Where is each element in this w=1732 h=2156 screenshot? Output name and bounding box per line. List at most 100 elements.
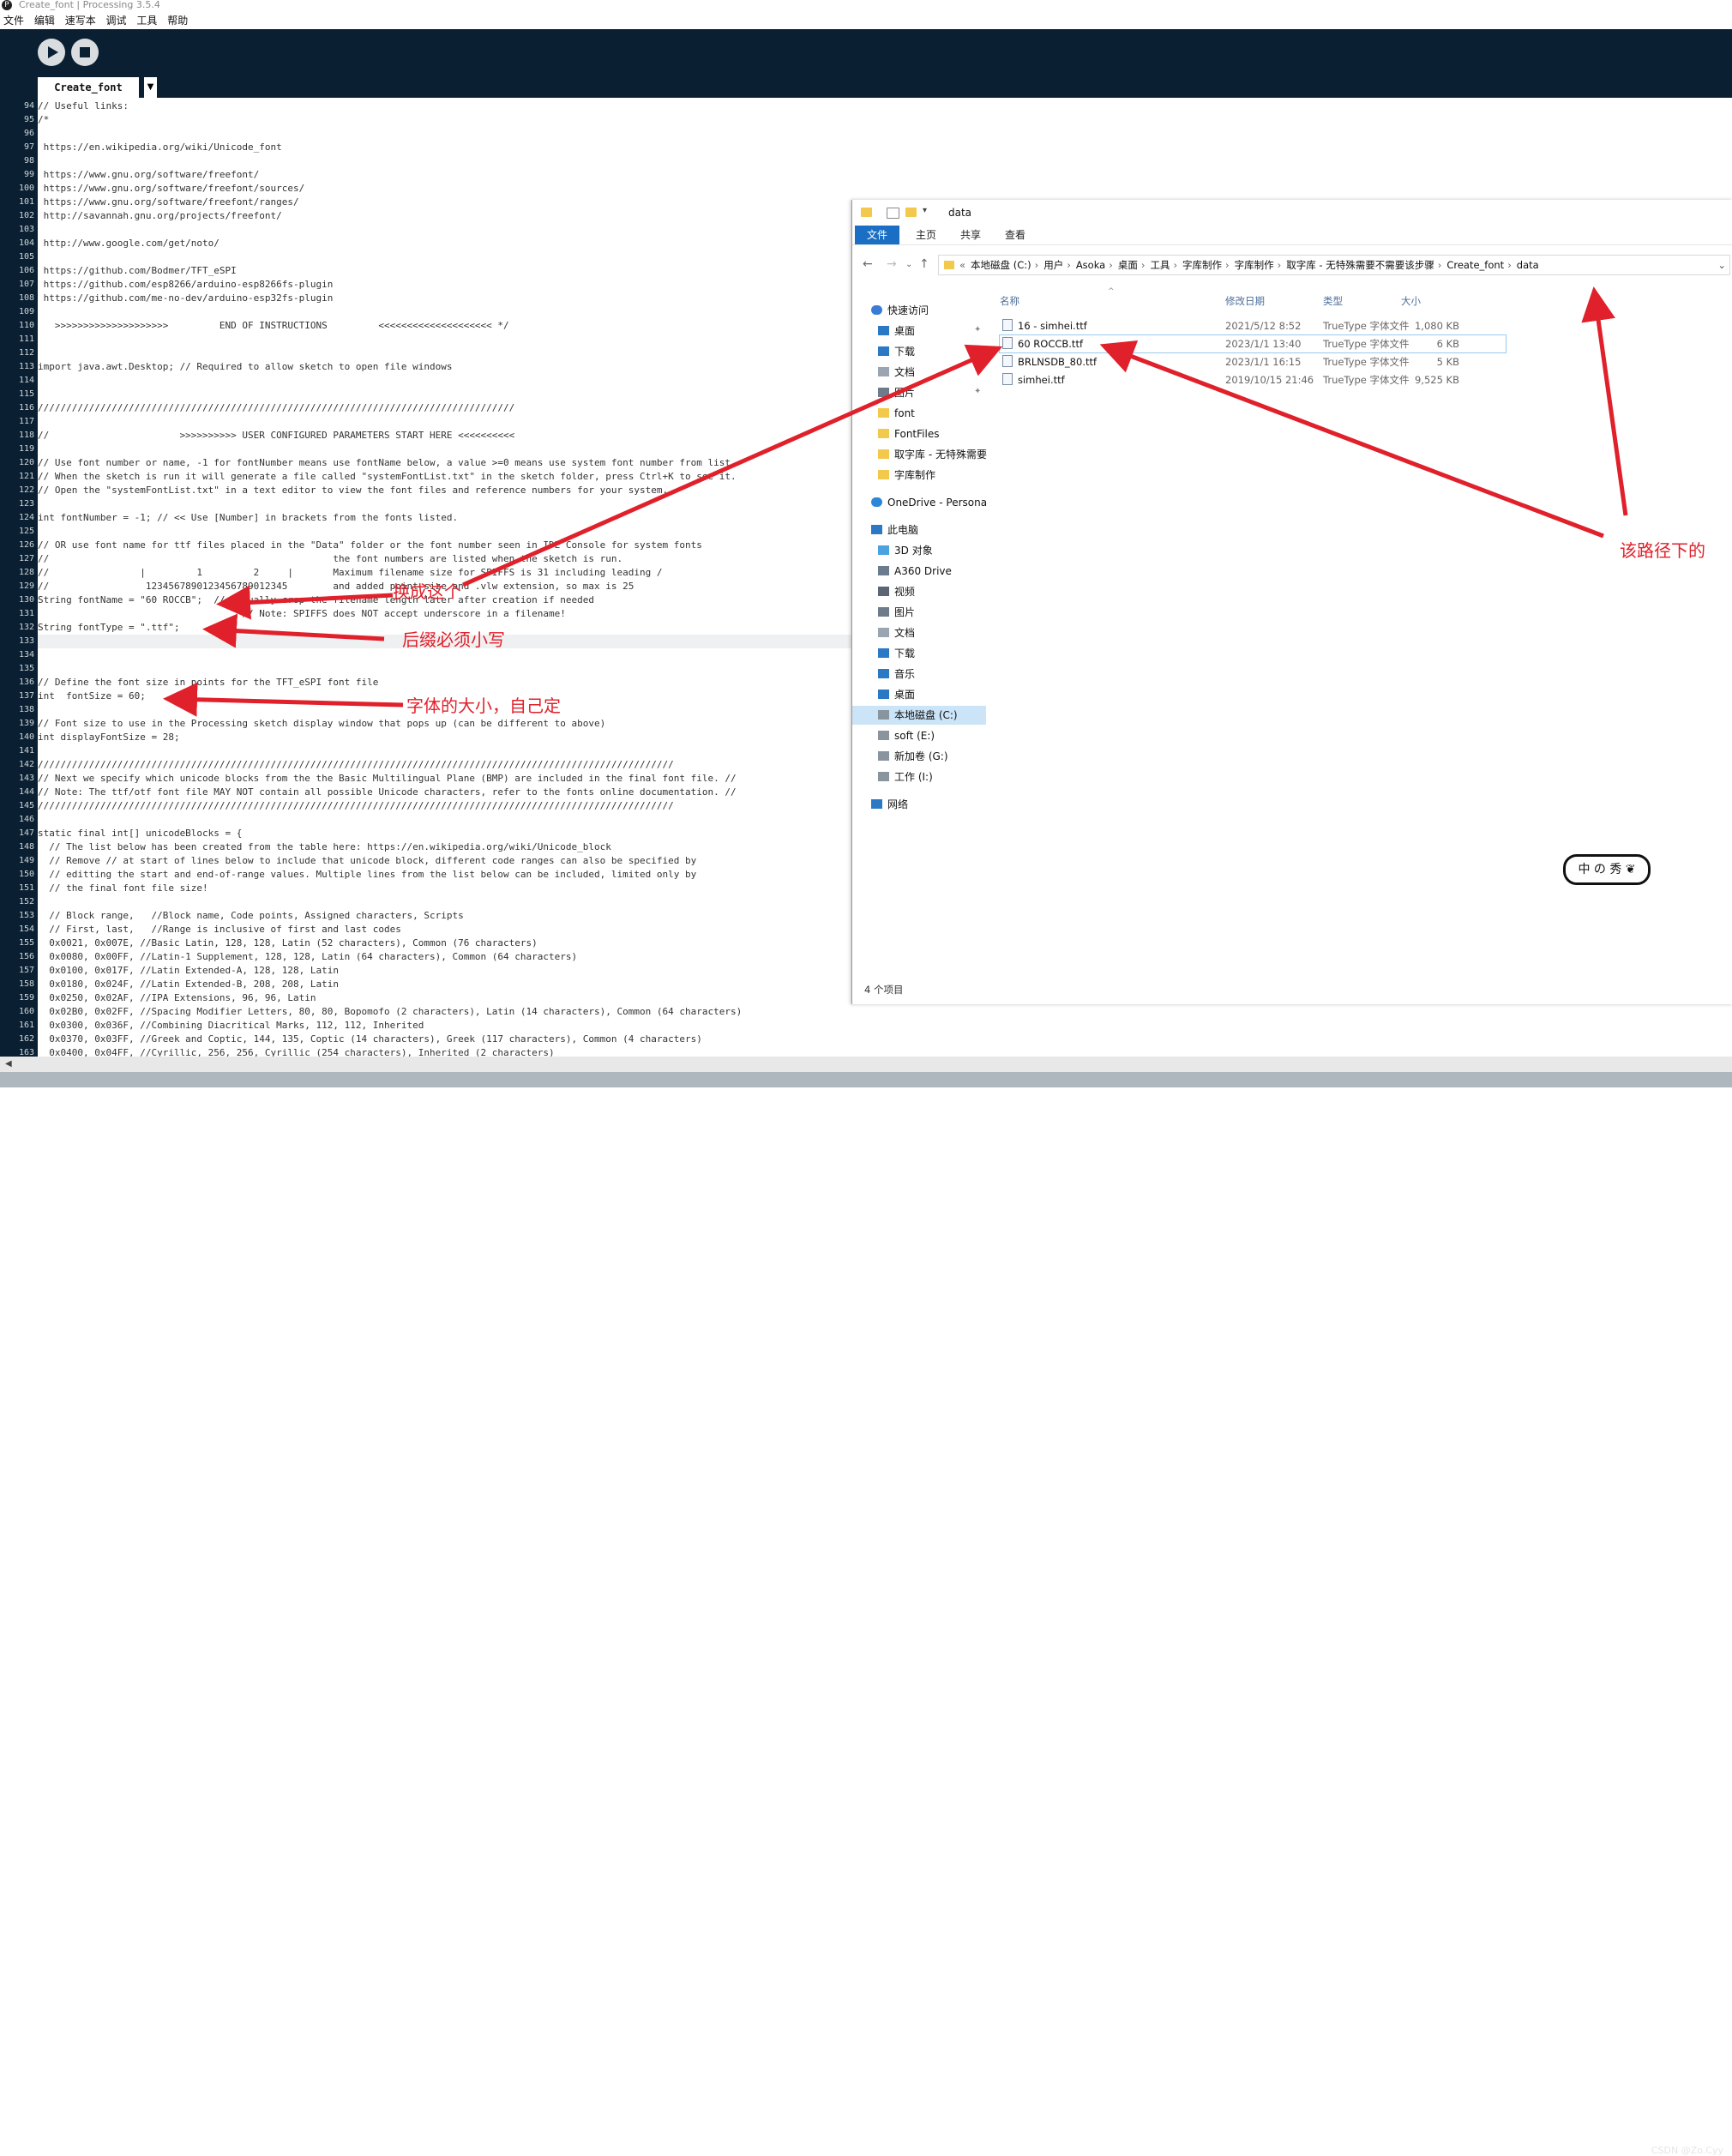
breadcrumb-item[interactable]: 工具 [1150, 259, 1170, 271]
breadcrumb-item[interactable]: 用户 [1043, 259, 1063, 271]
file-row[interactable]: BRLNSDB_80.ttf 2023/1/1 16:15 TrueType 字体文… [1000, 353, 1506, 370]
code-line[interactable]: // Define the font size in points for th… [38, 676, 378, 690]
ribbon-tab-share[interactable]: 共享 [953, 226, 988, 244]
code-line[interactable]: 0x0080, 0x00FF, //Latin-1 Supplement, 12… [38, 950, 577, 964]
code-line[interactable]: https://github.com/me-no-dev/arduino-esp… [38, 292, 334, 305]
chevron-down-icon[interactable]: ▾ [923, 206, 927, 215]
code-line[interactable]: // Next we specify which unicode blocks … [38, 772, 737, 786]
nav-item[interactable]: OneDrive - Persona [871, 493, 987, 512]
code-line[interactable]: String fontType = ".ttf"; [38, 621, 180, 635]
code-line[interactable]: 0x0021, 0x007E, //Basic Latin, 128, 128,… [38, 936, 538, 950]
breadcrumb-item[interactable]: data [1517, 259, 1539, 271]
code-line[interactable]: http://savannah.gnu.org/projects/freefon… [38, 209, 282, 223]
back-arrow-icon[interactable]: ← [863, 257, 873, 271]
address-bar[interactable]: «本地磁盘 (C:) › 用户 › Asoka › 桌面 › 工具 › 字库制作 › 字库制作 › 取字库 … [938, 255, 1730, 275]
run-button[interactable] [38, 39, 65, 66]
tab-create-font[interactable]: Create_font [38, 77, 139, 98]
overflow-chevron-icon[interactable]: « [959, 259, 965, 271]
nav-item[interactable]: 文档 [878, 363, 915, 382]
horizontal-scrollbar[interactable]: ◀ [0, 1057, 1732, 1072]
column-date[interactable]: 修改日期 [1225, 292, 1265, 310]
ribbon-tab-view[interactable]: 查看 [998, 226, 1032, 244]
code-line[interactable]: // Font size to use in the Processing sk… [38, 717, 605, 731]
new-folder-icon[interactable] [905, 208, 917, 217]
code-line[interactable]: https://www.gnu.org/software/freefont/so… [38, 182, 305, 196]
code-line[interactable]: ////////////////////////////////////////… [38, 799, 674, 813]
code-line[interactable]: // Remove // at start of lines below to … [38, 854, 696, 868]
nav-item[interactable]: 取字库 - 无特殊需要 [878, 445, 987, 464]
code-line[interactable]: 0x02B0, 0x02FF, //Spacing Modifier Lette… [38, 1005, 742, 1019]
code-line[interactable]: https://en.wikipedia.org/wiki/Unicode_fo… [38, 141, 282, 154]
breadcrumb-item[interactable]: 字库制作 [1182, 259, 1222, 271]
code-line[interactable]: // Block range, //Block name, Code point… [38, 909, 463, 923]
breadcrumb-item[interactable]: 桌面 [1118, 259, 1138, 271]
code-line[interactable]: http://www.google.com/get/noto/ [38, 237, 220, 250]
nav-item[interactable]: 音乐 [878, 665, 915, 684]
code-line[interactable]: // >>>>>>>>>> USER CONFIGURED PARAMETERS… [38, 429, 514, 443]
code-line[interactable]: // | 1 2 | Maximum filename size for SPI… [38, 566, 662, 580]
code-line[interactable]: int displayFontSize = 28; [38, 731, 180, 744]
ribbon-tab-file[interactable]: 文件 [855, 226, 899, 244]
nav-item[interactable]: soft (E:) [878, 726, 935, 745]
code-line[interactable]: // 1234567890123456789012345 and added p… [38, 580, 634, 593]
nav-item[interactable]: 快速访问 [871, 301, 929, 320]
nav-item[interactable]: 下载 [878, 644, 915, 663]
code-line[interactable]: // the font numbers are listed when the … [38, 552, 622, 566]
nav-item[interactable]: 本地磁盘 (C:) [852, 706, 986, 725]
file-row[interactable]: 16 - simhei.ttf 2021/5/12 8:52 TrueType 字体… [1000, 317, 1506, 334]
pin-icon[interactable]: ✦ [974, 387, 981, 396]
code-line[interactable]: // First, last, //Range is inclusive of … [38, 923, 401, 936]
code-line[interactable]: // the final font file size! [38, 882, 207, 895]
nav-item[interactable]: 下载 [878, 342, 915, 361]
recent-chevron-icon[interactable]: ⌄ [905, 260, 912, 269]
nav-item[interactable]: 新加卷 (G:) [878, 747, 948, 766]
breadcrumb-separator-icon[interactable]: › [1507, 259, 1512, 271]
nav-item[interactable]: 视频 [878, 582, 915, 601]
breadcrumb-item[interactable]: Create_font [1446, 259, 1504, 271]
breadcrumb-item[interactable]: 本地磁盘 (C:) [971, 259, 1031, 271]
breadcrumb-separator-icon[interactable]: › [1278, 259, 1282, 271]
nav-item[interactable]: 图片 [878, 603, 915, 622]
up-arrow-icon[interactable]: ↑ [919, 257, 929, 271]
code-line[interactable]: >>>>>>>>>>>>>>>>>>>> END OF INSTRUCTIONS… [38, 319, 509, 333]
code-editor[interactable]: // Useful links:/* https://en.wikipedia.… [38, 98, 852, 1057]
code-line[interactable]: int fontSize = 60; [38, 690, 146, 703]
code-line[interactable]: import java.awt.Desktop; // Required to … [38, 360, 452, 374]
nav-item[interactable]: A360 Drive [878, 562, 952, 581]
tab-menu-arrow-icon[interactable]: ▼ [144, 77, 157, 98]
breadcrumb-separator-icon[interactable]: › [1225, 259, 1230, 271]
column-type[interactable]: 类型 [1323, 292, 1343, 310]
nav-item[interactable]: 桌面 [878, 685, 915, 704]
code-line[interactable]: String fontName = "60 ROCCB"; // Manuall… [38, 593, 594, 607]
breadcrumb-item[interactable]: 取字库 - 无特殊需要不需要该步骤 [1286, 259, 1434, 271]
nav-item[interactable]: 文档 [878, 623, 915, 642]
code-line[interactable]: 0x0370, 0x03FF, //Greek and Coptic, 144,… [38, 1033, 702, 1046]
code-line[interactable]: // OR use font name for ttf files placed… [38, 539, 702, 552]
code-line[interactable]: https://www.gnu.org/software/freefont/ [38, 168, 260, 182]
breadcrumb-separator-icon[interactable]: › [1438, 259, 1442, 271]
breadcrumb-separator-icon[interactable]: › [1035, 259, 1039, 271]
code-line[interactable]: https://github.com/esp8266/arduino-esp82… [38, 278, 334, 292]
code-line[interactable]: 0x0400, 0x04FF, //Cyrillic, 256, 256, Cy… [38, 1046, 554, 1057]
code-line[interactable]: 0x0300, 0x036F, //Combining Diacritical … [38, 1019, 424, 1033]
scroll-left-icon[interactable]: ◀ [5, 1057, 12, 1072]
column-size[interactable]: 大小 [1401, 292, 1421, 310]
nav-item[interactable]: 图片 [878, 383, 915, 402]
nav-item[interactable]: 网络 [871, 795, 908, 814]
nav-item[interactable]: 3D 对象 [878, 541, 933, 560]
code-line[interactable]: https://www.gnu.org/software/freefont/ra… [38, 196, 299, 209]
menu-debug[interactable]: 调试 [106, 12, 127, 29]
breadcrumb-item[interactable]: 字库制作 [1235, 259, 1274, 271]
nav-item[interactable]: 工作 (I:) [878, 768, 933, 786]
code-line[interactable]: // Note: The ttf/otf font file MAY NOT c… [38, 786, 737, 799]
code-line[interactable]: // editting the start and end-of-range v… [38, 868, 696, 882]
code-line[interactable]: // Note: SPIFFS does NOT accept undersco… [38, 607, 566, 621]
code-line[interactable]: ////////////////////////////////////////… [38, 758, 674, 772]
breadcrumb-separator-icon[interactable]: › [1067, 259, 1071, 271]
pin-icon[interactable]: ✦ [974, 366, 981, 376]
nav-item[interactable]: 字库制作 [878, 466, 935, 485]
nav-item[interactable]: font [878, 404, 915, 423]
code-line[interactable]: // Use font number or name, -1 for fontN… [38, 456, 737, 470]
address-dropdown-icon[interactable]: ⌄ [1717, 256, 1726, 274]
nav-item[interactable]: FontFiles [878, 425, 939, 443]
